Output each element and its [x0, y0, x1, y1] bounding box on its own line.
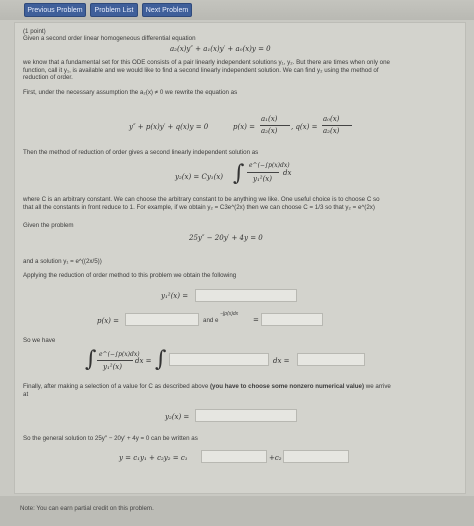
integral-denominator: y₁²(x) — [103, 363, 122, 371]
y2-formula-denominator: y₁²(x) — [253, 175, 272, 183]
next-problem-button[interactable]: Next Problem — [142, 3, 192, 17]
p-of-x-label: p(x) = — [97, 317, 119, 325]
q-numerator: a₀(x) — [323, 115, 340, 123]
finally-text-post: we arrive — [364, 383, 391, 390]
given-problem-label: Given the problem — [23, 222, 74, 229]
partial-credit-note: Note: You can earn partial credit on thi… — [20, 505, 154, 512]
p-fraction-bar — [260, 125, 290, 126]
problem-navigation-bar: Previous Problem Problem List Next Probl… — [0, 0, 474, 20]
y1-squared-answer-input[interactable] — [195, 289, 297, 302]
integral-result-answer-input[interactable] — [297, 353, 365, 366]
p-definition-label: p(x) = — [233, 123, 255, 131]
and-e-equals: = — [253, 316, 259, 324]
paragraph-rewrite: First, under the necessary assumption th… — [23, 89, 238, 96]
integral-dx-equals: dx = — [135, 357, 152, 365]
paragraph-constant-1: where C is an arbitrary constant. We can… — [23, 196, 380, 203]
problem-panel: (1 point) Given a second order linear ho… — [14, 22, 466, 494]
integral-dx-equals-2: dx = — [273, 357, 290, 365]
integrand-answer-input[interactable] — [169, 353, 269, 366]
so-we-have-label: So we have — [23, 337, 56, 344]
problem-list-button[interactable]: Problem List — [90, 3, 138, 17]
integral-fraction-bar — [97, 360, 133, 361]
finally-text-bold: (you have to choose some nonzero numeric… — [209, 383, 365, 390]
general-solution-equation: y = c₁y₁ + c₂y₂ = c₁ — [119, 454, 188, 462]
q-denominator: a₂(x) — [323, 127, 340, 135]
p-denominator: a₂(x) — [261, 127, 278, 135]
y2-answer-input[interactable] — [195, 409, 297, 422]
general-solution-c1-input[interactable] — [201, 450, 267, 463]
and-e-exponent: −∫p(x)dx — [220, 311, 239, 317]
exponential-integral-answer-input[interactable] — [261, 313, 323, 326]
p-numerator: a₁(x) — [261, 115, 278, 123]
paragraph-constant-2: that all the constants in front reduce t… — [23, 204, 375, 211]
finally-text-pre: Finally, after making a selection of a v… — [23, 383, 210, 390]
paragraph-fundamental-set-1: we know that a fundamental set for this … — [23, 59, 390, 66]
standard-form-equation: y″ + p(x)y′ + q(x)y = 0 — [129, 123, 209, 131]
y2-formula-numerator: e^(−∫p(x)dx) — [249, 162, 290, 169]
paragraph-method: Then the method of reduction of order gi… — [23, 149, 259, 156]
general-solution-label: So the general solution to 25y″ − 20y′ +… — [23, 435, 198, 442]
integral-numerator: e^(−∫p(x)dx) — [99, 351, 140, 358]
y1-squared-label: y₁²(x) = — [161, 292, 189, 300]
paragraph-fundamental-set-3: reduction of order. — [23, 74, 73, 81]
finally-text-line1: Finally, after making a selection of a v… — [23, 383, 391, 391]
general-solution-c2-label: +c₂ — [269, 454, 282, 462]
y2-formula-dx: dx — [283, 169, 292, 177]
apply-method-label: Applying the reduction of order method t… — [23, 272, 237, 279]
q-definition-label: , q(x) = — [291, 123, 318, 131]
finally-text-line2: at — [23, 391, 29, 398]
y2-label: y₂(x) = — [165, 413, 190, 421]
integral-sign: ∫ — [233, 161, 245, 186]
general-solution-c2-input[interactable] — [283, 450, 349, 463]
intro-text: Given a second order linear homogeneous … — [23, 35, 196, 42]
q-fraction-bar — [322, 125, 352, 126]
given-ode-equation: 25y″ − 20y′ + 4y = 0 — [189, 234, 263, 242]
given-solution-label: and a solution y₁ = e^((2x/5)) — [23, 258, 102, 265]
integral-sign-left: ∫ — [85, 347, 97, 372]
paragraph-fundamental-set-2: function, call it y₁, is available and w… — [23, 66, 379, 74]
integral-sign-right: ∫ — [155, 347, 167, 372]
p-of-x-answer-input[interactable] — [125, 313, 199, 326]
previous-problem-button[interactable]: Previous Problem — [24, 3, 86, 17]
and-e-label: and e — [203, 317, 219, 324]
y2-formula-left: y₂(x) = Cy₁(x) — [175, 173, 224, 181]
ode-general-equation: a₂(x)y″ + a₁(x)y′ + a₀(x)y = 0 — [170, 45, 271, 53]
y2-fraction-bar — [247, 172, 279, 173]
